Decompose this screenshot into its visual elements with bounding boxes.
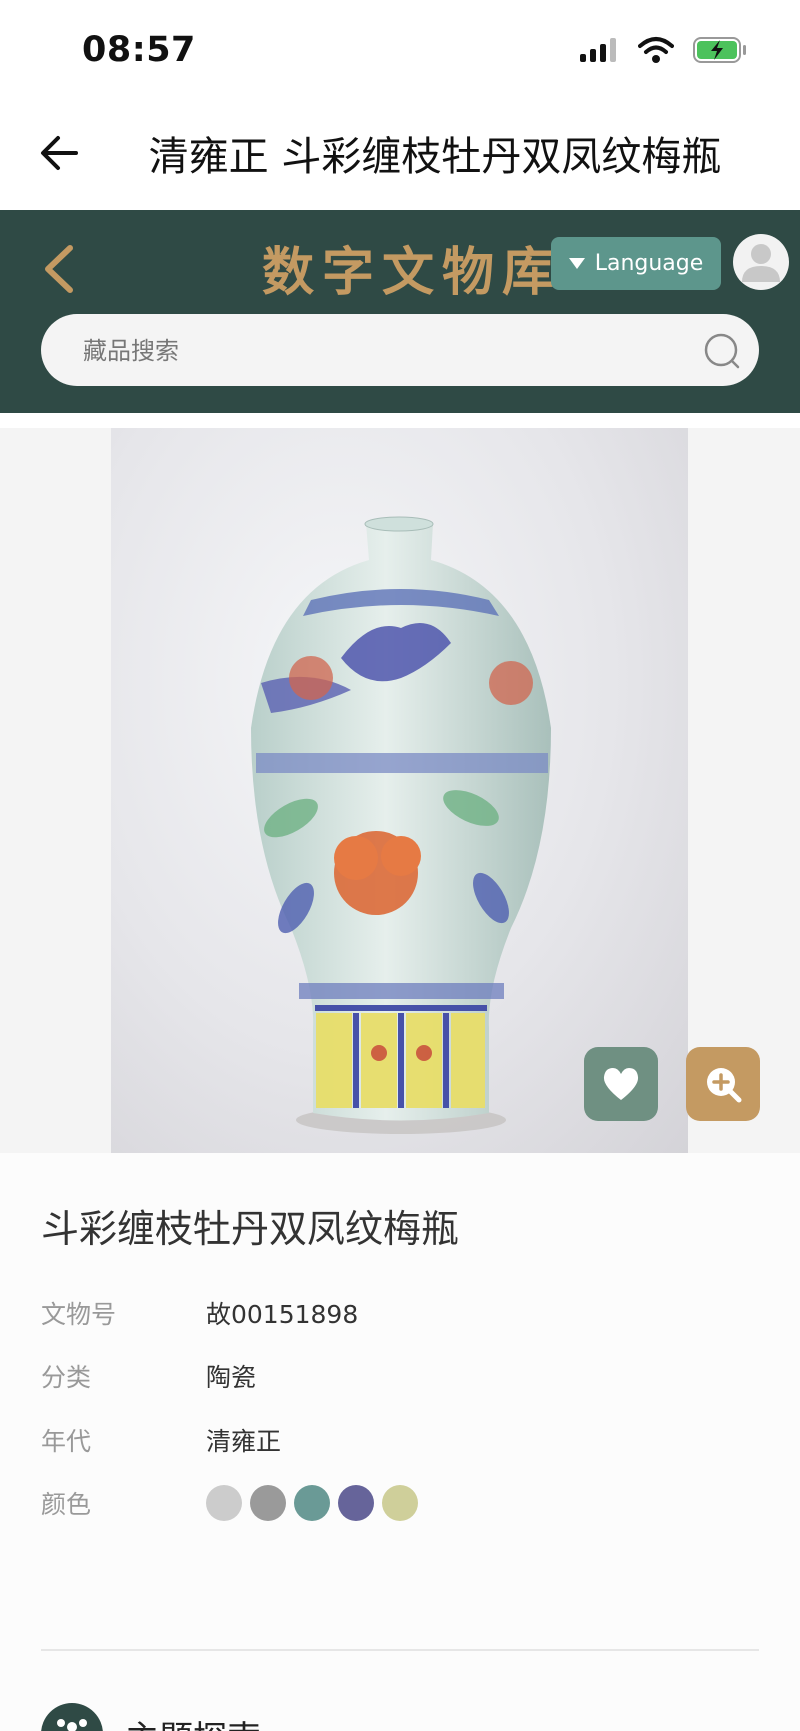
nav-bar: 清雍正 斗彩缠枝牡丹双凤纹梅瓶 — [0, 100, 800, 210]
color-swatch[interactable] — [338, 1485, 374, 1521]
battery-charging-icon — [693, 37, 746, 63]
artifact-info: 斗彩缠枝牡丹双凤纹梅瓶 文物号 故00151898 分类 陶瓷 年代 清雍正 颜… — [0, 1153, 800, 1731]
info-row-color: 颜色 — [41, 1483, 418, 1523]
artifact-title: 斗彩缠枝牡丹双凤纹梅瓶 — [41, 1207, 460, 1251]
search-input[interactable] — [81, 314, 685, 388]
avatar[interactable] — [733, 234, 789, 290]
info-row-category: 分类 陶瓷 — [41, 1356, 256, 1396]
favorite-button[interactable] — [584, 1047, 658, 1121]
network-icon — [57, 1719, 87, 1731]
info-label: 年代 — [41, 1427, 92, 1456]
language-label: Language — [594, 251, 704, 276]
back-arrow-icon[interactable] — [36, 128, 86, 178]
search-bar — [41, 314, 759, 388]
site-header: 数字文物库 Language — [0, 210, 800, 413]
info-row-era: 年代 清雍正 — [41, 1420, 281, 1460]
vase-illustration — [251, 516, 551, 1134]
info-value: 故00151898 — [206, 1300, 359, 1329]
status-icons — [578, 36, 748, 64]
heart-icon — [603, 1068, 639, 1100]
site-title: 数字文物库 — [262, 242, 563, 303]
divider — [41, 1649, 759, 1651]
color-swatches — [206, 1485, 418, 1521]
status-time: 08:57 — [82, 30, 196, 70]
caret-down-icon — [568, 258, 585, 269]
signal-icon — [580, 38, 616, 62]
color-swatch[interactable] — [382, 1485, 418, 1521]
info-label: 分类 — [41, 1363, 92, 1392]
color-swatch[interactable] — [250, 1485, 286, 1521]
theme-explore-icon — [41, 1703, 103, 1731]
page-title: 清雍正 斗彩缠枝牡丹双凤纹梅瓶 — [148, 134, 722, 180]
color-swatch[interactable] — [206, 1485, 242, 1521]
zoom-in-icon — [707, 1068, 742, 1103]
info-row-id: 文物号 故00151898 — [41, 1293, 358, 1333]
section-title[interactable]: 主题探索 — [125, 1711, 261, 1731]
info-label: 文物号 — [41, 1300, 117, 1329]
zoom-in-button[interactable] — [686, 1047, 760, 1121]
artifact-photo — [111, 428, 688, 1153]
info-value: 清雍正 — [206, 1427, 282, 1456]
wifi-icon — [638, 37, 674, 63]
info-value: 陶瓷 — [206, 1363, 257, 1392]
color-swatch[interactable] — [294, 1485, 330, 1521]
page: 08:57 清雍正 斗彩缠枝牡丹双凤纹梅瓶 数字文物库 Language 藏品搜… — [0, 0, 800, 1731]
artifact-image-area — [0, 428, 800, 1153]
chevron-left-icon[interactable] — [36, 240, 82, 298]
search-icon[interactable] — [703, 332, 741, 370]
user-icon — [742, 244, 780, 282]
status-bar: 08:57 — [0, 0, 800, 100]
language-button[interactable]: Language — [551, 237, 721, 290]
info-label: 颜色 — [41, 1490, 92, 1519]
